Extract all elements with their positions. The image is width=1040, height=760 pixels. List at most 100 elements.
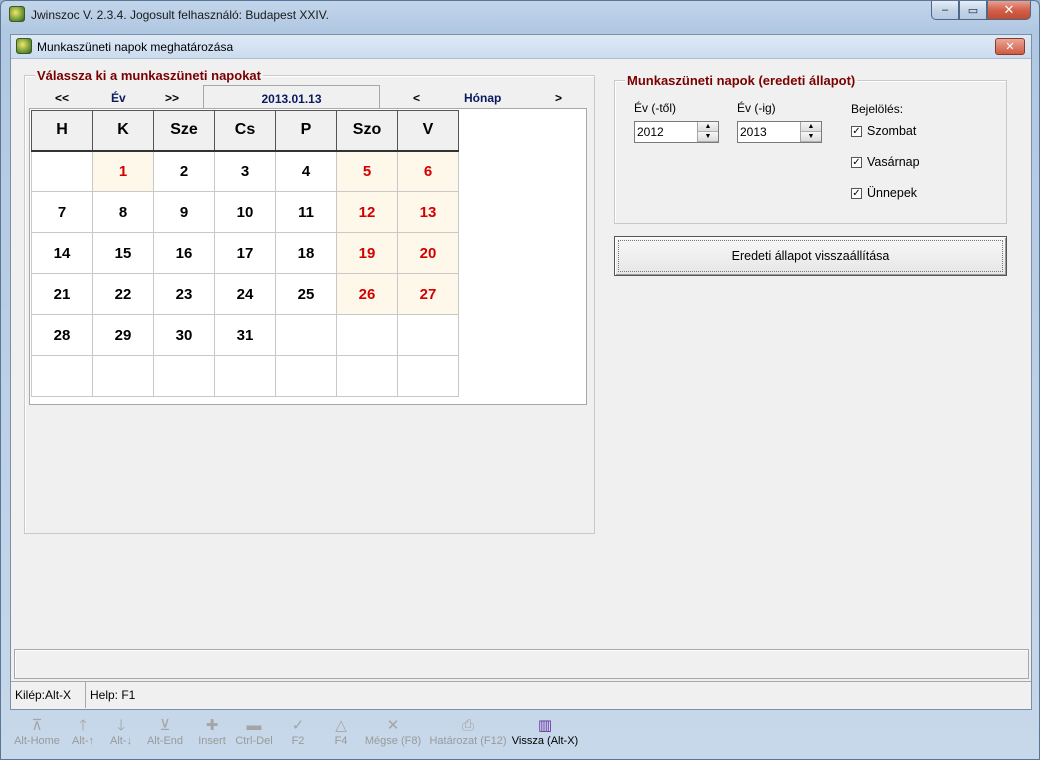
calendar-day[interactable]: 9 [153,191,215,233]
calendar-empty-cell [275,314,337,356]
message-bar [14,649,1029,679]
toolbar-next-button[interactable]: 🡓 Alt-↓ [102,713,140,747]
last-record-icon: ⊻ [159,717,171,734]
year-from-label: Év (-től) [634,101,676,115]
checkbox-check-icon[interactable]: ✓ [851,156,862,168]
dialog-close-button[interactable]: ✕ [995,38,1025,55]
calendar-day[interactable]: 31 [214,314,276,356]
calendar-day[interactable]: 21 [31,273,93,315]
calendar-grid: H K Sze Cs P Szo V 1 2 3 4 5 6 7 8 9 10 11 12 13 14 15… [31,110,459,397]
calendar-day[interactable]: 3 [214,150,276,192]
close-window-button[interactable]: ✕ [987,1,1031,20]
calendar-day[interactable]: 23 [153,273,215,315]
checkbox-holidays[interactable]: ✓ Ünnepek [851,186,917,200]
toolbar-prev-button[interactable]: 🡑 Alt-↑ [64,713,102,747]
weekday-header-row: H K Sze Cs P Szo V [31,110,459,152]
calendar-day[interactable]: 29 [92,314,154,356]
year-to-label: Év (-ig) [737,101,776,115]
calendar-week-row: 7 8 9 10 11 12 13 [31,191,459,233]
minimize-button[interactable]: – [931,1,959,20]
calendar-day[interactable]: 15 [92,232,154,274]
month-label: Hónap [464,91,502,105]
calendar-day-holiday[interactable]: 19 [336,232,398,274]
toolbar-save-button[interactable]: ✓ F2 [274,713,322,747]
toolbar-last-button[interactable]: ⊻ Alt-End [140,713,190,747]
spin-up-icon[interactable]: ▲ [698,122,718,132]
calendar-empty-cell [336,355,398,397]
year-from-value[interactable]: 2012 [635,122,698,142]
spin-up-icon[interactable]: ▲ [801,122,821,132]
year-to-spinner[interactable]: 2013 ▲ ▼ [737,121,822,143]
calendar-day[interactable]: 30 [153,314,215,356]
weekday-header: P [275,110,337,152]
next-month-button[interactable]: > [555,91,562,105]
edit-triangle-icon: △ [335,717,347,734]
toolbar-delete-button[interactable]: ▬ Ctrl-Del [234,713,274,747]
calendar-week-row [31,355,459,397]
checkbox-saturday[interactable]: ✓ Szombat [851,124,916,138]
printer-icon: ⎙ [461,717,474,734]
calendar-day[interactable]: 7 [31,191,93,233]
calendar-day[interactable]: 17 [214,232,276,274]
app-logo-icon [9,6,25,22]
original-state-legend: Munkaszüneti napok (eredeti állapot) [625,73,858,88]
status-exit-hint: Kilép:Alt-X [11,682,86,708]
calendar-group-legend: Válassza ki a munkaszüneti napokat [35,68,263,83]
calendar-day[interactable]: 14 [31,232,93,274]
calendar-day-holiday[interactable]: 13 [397,191,459,233]
holiday-dialog: Munkaszüneti napok meghatározása ✕ Válas… [10,34,1032,710]
window-controls: – ▭ ✕ [931,1,1031,20]
next-year-button[interactable]: >> [165,91,179,105]
calendar-empty-cell [275,355,337,397]
calendar-day-holiday[interactable]: 1 [92,150,154,192]
calendar-empty-cell [397,314,459,356]
toolbar-cancel-button[interactable]: ✕ Mégse (F8) [360,713,426,747]
marking-label: Bejelölés: [851,102,904,116]
prev-month-button[interactable]: < [413,91,420,105]
calendar-day-holiday[interactable]: 27 [397,273,459,315]
reset-original-button[interactable]: Eredeti állapot visszaállítása [614,236,1007,276]
checkbox-check-icon[interactable]: ✓ [851,125,862,137]
spin-down-icon[interactable]: ▼ [698,132,718,142]
calendar-day-holiday[interactable]: 5 [336,150,398,192]
restore-button[interactable]: ▭ [959,1,987,20]
calendar-day[interactable]: 4 [275,150,337,192]
checkbox-check-icon[interactable]: ✓ [851,187,862,199]
calendar-day[interactable]: 25 [275,273,337,315]
toolbar-decision-button[interactable]: ⎙ Határozat (F12) [426,713,510,747]
checkbox-sunday[interactable]: ✓ Vasárnap [851,155,920,169]
checkbox-label: Ünnepek [867,186,918,200]
calendar-empty-cell [92,355,154,397]
toolbar-insert-button[interactable]: ✚ Insert [190,713,234,747]
calendar-day[interactable]: 28 [31,314,93,356]
toolbar-first-button[interactable]: ⊼ Alt-Home [10,713,64,747]
calendar-day[interactable]: 22 [92,273,154,315]
calendar-day-holiday[interactable]: 26 [336,273,398,315]
weekday-header: Cs [214,110,276,152]
toolbar-edit-button[interactable]: △ F4 [322,713,360,747]
calendar-day[interactable]: 8 [92,191,154,233]
insert-icon: ✚ [205,717,219,734]
weekday-header: Sze [153,110,215,152]
toolbar-back-button[interactable]: ▥ Vissza (Alt-X) [510,713,580,747]
calendar-day[interactable]: 2 [153,150,215,192]
calendar-day[interactable]: 10 [214,191,276,233]
calendar-day-holiday[interactable]: 6 [397,150,459,192]
calendar-day[interactable]: 11 [275,191,337,233]
first-record-icon: ⊼ [31,717,43,734]
spin-down-icon[interactable]: ▼ [801,132,821,142]
dialog-titlebar: Munkaszüneti napok meghatározása ✕ [11,35,1031,59]
calendar-day-holiday[interactable]: 20 [397,232,459,274]
year-to-value[interactable]: 2013 [738,122,801,142]
calendar-day[interactable]: 16 [153,232,215,274]
calendar-empty-cell [336,314,398,356]
year-from-spinner[interactable]: 2012 ▲ ▼ [634,121,719,143]
weekday-header: H [31,110,93,152]
calendar-day-holiday[interactable]: 12 [336,191,398,233]
prev-record-icon: 🡑 [79,717,87,734]
calendar-day[interactable]: 24 [214,273,276,315]
prev-year-button[interactable]: << [55,91,69,105]
calendar-empty-cell [153,355,215,397]
calendar-day[interactable]: 18 [275,232,337,274]
current-date: 2013.01.13 [203,85,380,109]
